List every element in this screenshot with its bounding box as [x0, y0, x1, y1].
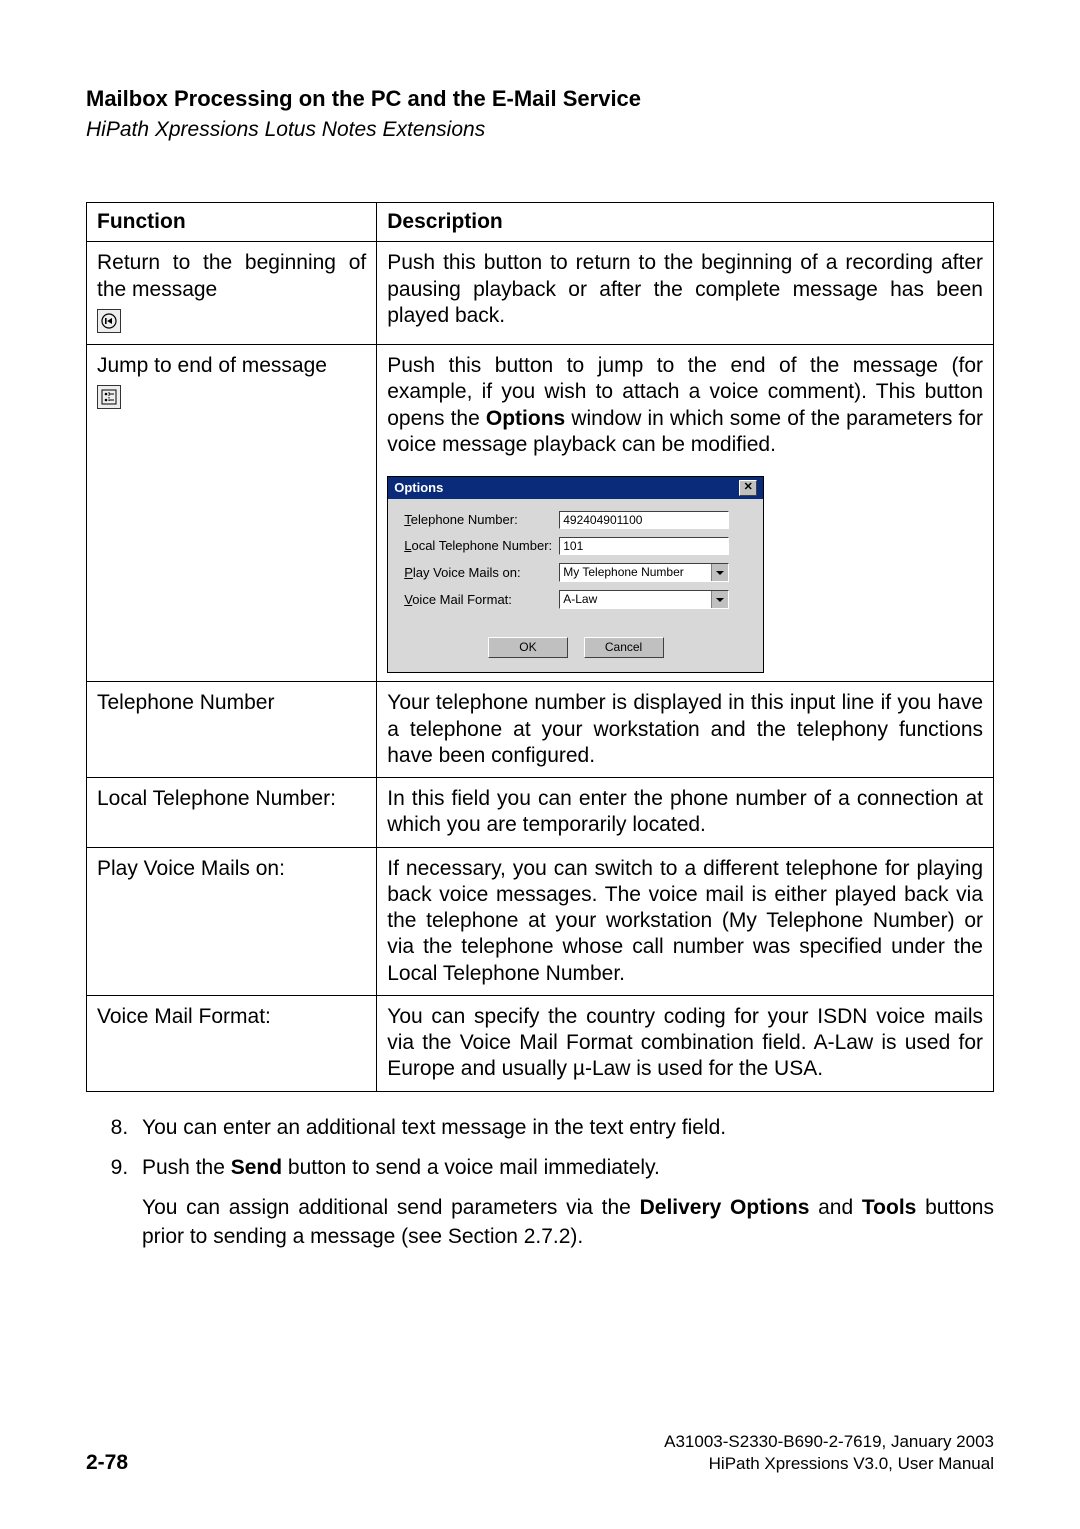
table-row: Jump to end of message Push this b	[87, 345, 994, 682]
func-description: If necessary, you can switch to a differ…	[377, 847, 994, 995]
func-description: Push this button to jump to the end of t…	[387, 354, 983, 456]
play-voice-mails-select[interactable]: My Telephone Number	[559, 563, 729, 582]
func-label: Return to the beginning of the message	[97, 251, 366, 300]
local-telephone-number-label: Local Telephone Number:	[404, 538, 559, 554]
page-footer: 2-78 A31003-S2330-B690-2-7619, January 2…	[86, 1431, 994, 1475]
col-header-function: Function	[87, 203, 377, 242]
chevron-down-icon	[711, 591, 728, 608]
option-row: Voice Mail Format: A-Law	[404, 590, 747, 609]
table-row: Return to the beginning of the message P…	[87, 242, 994, 345]
table-row: Voice Mail Format: You can specify the c…	[87, 995, 994, 1091]
table-row: Play Voice Mails on: If necessary, you c…	[87, 847, 994, 995]
option-row: Play Voice Mails on: My Telephone Number	[404, 563, 747, 582]
list-item: You can enter an additional text message…	[134, 1114, 994, 1142]
func-description: Push this button to return to the beginn…	[377, 242, 994, 345]
return-to-start-icon	[97, 309, 121, 333]
jump-to-end-icon	[97, 385, 121, 409]
col-header-description: Description	[377, 203, 994, 242]
paragraph: You can assign additional send parameter…	[142, 1194, 994, 1251]
select-value: A-Law	[563, 592, 597, 607]
play-voice-mails-label: Play Voice Mails on:	[404, 565, 559, 581]
func-label: Jump to end of message	[97, 354, 327, 377]
option-row: Local Telephone Number:	[404, 537, 747, 555]
func-label: Play Voice Mails on:	[87, 847, 377, 995]
dialog-buttons: OK Cancel	[404, 637, 747, 658]
close-icon[interactable]: ✕	[739, 480, 757, 496]
options-title: Options	[394, 480, 443, 496]
page-subtitle: HiPath Xpressions Lotus Notes Extensions	[86, 118, 994, 142]
options-dialog: Options ✕ Telephone Number: Local Teleph…	[387, 476, 764, 673]
func-description: Your telephone number is displayed in th…	[377, 682, 994, 778]
table-row: Local Telephone Number: In this field yo…	[87, 778, 994, 848]
function-table: Function Description Return to the begin…	[86, 202, 994, 1092]
select-value: My Telephone Number	[563, 565, 684, 580]
page-number: 2-78	[86, 1451, 128, 1475]
func-label: Local Telephone Number:	[87, 778, 377, 848]
options-titlebar: Options ✕	[388, 477, 763, 499]
doc-id: A31003-S2330-B690-2-7619, January 2003	[664, 1431, 994, 1453]
ok-button[interactable]: OK	[488, 637, 568, 658]
telephone-number-field[interactable]	[559, 511, 729, 529]
local-telephone-number-field[interactable]	[559, 537, 729, 555]
voice-mail-format-select[interactable]: A-Law	[559, 590, 729, 609]
chevron-down-icon	[711, 564, 728, 581]
table-row: Telephone Number Your telephone number i…	[87, 682, 994, 778]
numbered-steps: You can enter an additional text message…	[86, 1114, 994, 1183]
func-label: Voice Mail Format:	[87, 995, 377, 1091]
func-description: You can specify the country coding for y…	[377, 995, 994, 1091]
func-description: In this field you can enter the phone nu…	[377, 778, 994, 848]
page-title: Mailbox Processing on the PC and the E-M…	[86, 86, 994, 112]
page: Mailbox Processing on the PC and the E-M…	[0, 0, 1080, 1529]
voice-mail-format-label: Voice Mail Format:	[404, 592, 559, 608]
options-body: Telephone Number: Local Telephone Number…	[388, 499, 763, 672]
product-line: HiPath Xpressions V3.0, User Manual	[664, 1453, 994, 1475]
cancel-button[interactable]: Cancel	[584, 637, 664, 658]
option-row: Telephone Number:	[404, 511, 747, 529]
list-item: Push the Send button to send a voice mai…	[134, 1154, 994, 1182]
func-label: Telephone Number	[87, 682, 377, 778]
telephone-number-label: Telephone Number:	[404, 512, 559, 528]
